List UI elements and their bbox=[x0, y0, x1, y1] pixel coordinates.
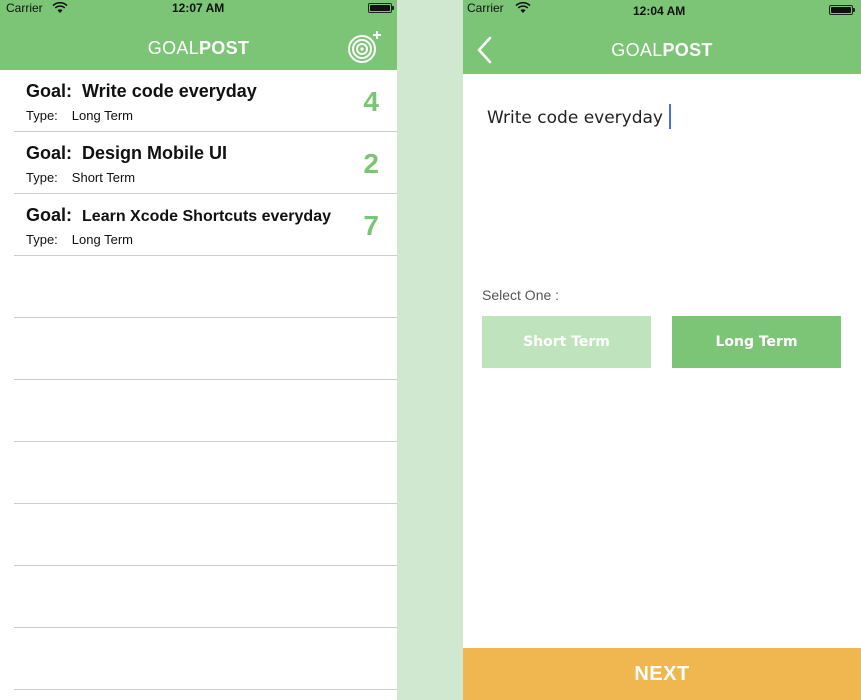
app-title: GOALPOST bbox=[0, 38, 397, 59]
long-term-button[interactable]: Long Term bbox=[672, 316, 841, 368]
wifi-icon bbox=[52, 2, 68, 13]
next-button[interactable]: NEXT bbox=[463, 648, 861, 700]
goal-type-line: Type: Long Term bbox=[26, 232, 133, 247]
carrier-label: Carrier bbox=[6, 1, 43, 15]
status-bar: Carrier 12:07 AM bbox=[0, 0, 397, 16]
goal-text-input[interactable] bbox=[487, 104, 837, 132]
goal-count: 4 bbox=[363, 86, 379, 117]
goal-list: Goal: Write code everyday Type: Long Term … bbox=[14, 70, 397, 690]
goal-line: Goal: Write code everyday bbox=[26, 81, 257, 102]
goal-prefix: Goal: bbox=[26, 143, 73, 163]
wifi-icon bbox=[515, 2, 531, 13]
goal-line: Goal: Learn Xcode Shortcuts everyday bbox=[26, 205, 331, 226]
clock: 12:07 AM bbox=[172, 1, 225, 15]
create-goal-screen: Carrier 12:04 AM GOALPOST Select One : S… bbox=[463, 0, 861, 700]
nav-bar: Carrier 12:07 AM GOALPOST bbox=[0, 0, 397, 70]
app-title-bold: POST bbox=[662, 40, 713, 60]
goal-type-line: Type: Long Term bbox=[26, 108, 133, 123]
goal-prefix: Goal: bbox=[26, 81, 73, 101]
nav-bar: Carrier 12:04 AM GOALPOST bbox=[463, 0, 861, 74]
empty-row bbox=[14, 566, 397, 628]
select-one-label: Select One : bbox=[482, 287, 560, 303]
goal-text: Design Mobile UI bbox=[82, 143, 228, 163]
app-title-bold: POST bbox=[199, 38, 250, 58]
empty-row bbox=[14, 628, 397, 690]
short-term-button[interactable]: Short Term bbox=[482, 316, 651, 368]
carrier-label: Carrier bbox=[467, 1, 504, 15]
empty-row bbox=[14, 504, 397, 566]
empty-row bbox=[14, 380, 397, 442]
goal-text: Learn Xcode Shortcuts everyday bbox=[82, 208, 331, 225]
app-title-light: GOAL bbox=[147, 38, 199, 58]
battery-icon bbox=[368, 3, 394, 13]
goal-count: 2 bbox=[363, 148, 379, 179]
clock: 12:04 AM bbox=[633, 4, 686, 18]
goal-row[interactable]: Goal: Write code everyday Type: Long Term … bbox=[14, 70, 397, 132]
empty-row bbox=[14, 442, 397, 504]
goals-list-screen: Carrier 12:07 AM GOALPOST Goal: Write co… bbox=[0, 0, 397, 700]
goal-row[interactable]: Goal: Design Mobile UI Type: Short Term 2 bbox=[14, 132, 397, 194]
goal-line: Goal: Design Mobile UI bbox=[26, 143, 227, 164]
empty-row bbox=[14, 256, 397, 318]
goal-type-line: Type: Short Term bbox=[26, 170, 135, 185]
goal-prefix: Goal: bbox=[26, 205, 73, 225]
app-title-light: GOAL bbox=[611, 40, 663, 60]
app-showcase: Carrier 12:07 AM GOALPOST Goal: Write co… bbox=[0, 0, 861, 700]
status-bar: Carrier 12:04 AM bbox=[463, 0, 861, 18]
goal-type: Long Term bbox=[71, 232, 133, 247]
text-cursor bbox=[669, 104, 671, 129]
goal-type: Long Term bbox=[71, 108, 133, 123]
type-prefix: Type: bbox=[26, 170, 58, 185]
empty-row bbox=[14, 318, 397, 380]
goal-text: Write code everyday bbox=[82, 81, 257, 101]
type-prefix: Type: bbox=[26, 232, 58, 247]
goal-row[interactable]: Goal: Learn Xcode Shortcuts everyday Type… bbox=[14, 194, 397, 256]
goal-type: Short Term bbox=[71, 170, 136, 185]
add-goal-button[interactable] bbox=[347, 30, 383, 64]
app-title: GOALPOST bbox=[463, 40, 861, 61]
battery-icon bbox=[829, 5, 855, 15]
type-prefix: Type: bbox=[26, 108, 58, 123]
goal-count: 7 bbox=[363, 210, 379, 241]
